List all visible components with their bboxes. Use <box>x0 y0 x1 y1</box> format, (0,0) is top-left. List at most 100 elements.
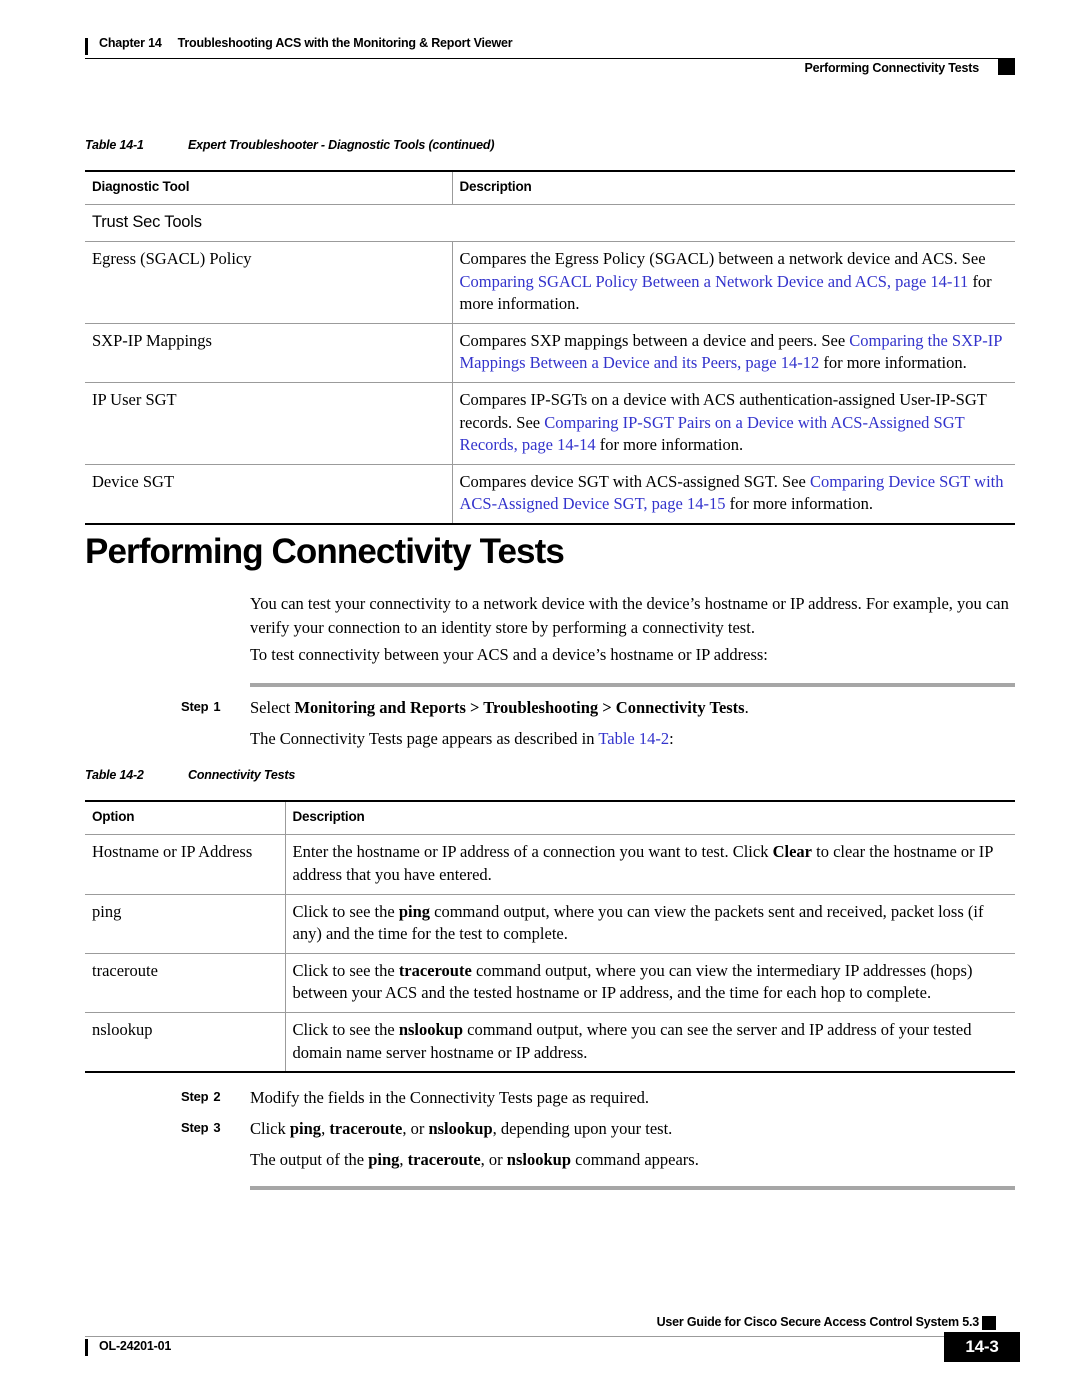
desc-text-pre: Compares SXP mappings between a device a… <box>459 330 850 350</box>
step-1-followup-pre: The Connectivity Tests page appears as d… <box>250 729 599 748</box>
table-14-1-caption: Table 14-1 Expert Troubleshooter - Diagno… <box>85 138 1015 152</box>
step-divider-top <box>250 683 1015 687</box>
header-section-title: Performing Connectivity Tests <box>804 61 979 75</box>
text-run: Enter the hostname or IP address of a co… <box>292 842 773 862</box>
step-2-word: Step <box>181 1089 209 1104</box>
page-title: Performing Connectivity Tests <box>85 532 565 571</box>
table-14-1-group-heading: Trust Sec Tools <box>85 204 1015 243</box>
desc-text-post: for more information. <box>725 494 873 514</box>
bold-run: ping <box>368 1150 400 1169</box>
footer-page-number: 14-3 <box>944 1332 1020 1362</box>
table-14-1-cell-tool: Egress (SGACL) Policy <box>85 241 453 324</box>
header-rule <box>85 58 1012 59</box>
cross-reference-link[interactable]: Comparing SGACL Policy Between a Network… <box>460 272 969 291</box>
table-14-1-cell-tool: Device SGT <box>85 464 453 526</box>
table-14-1-header-row: Diagnostic Tool Description <box>85 170 1015 206</box>
table-14-1-caption-title: Expert Troubleshooter - Diagnostic Tools… <box>188 138 495 152</box>
step-2-label: Step 2 <box>181 1086 250 1104</box>
text-run: , or <box>402 1119 429 1138</box>
table-14-2-block: Table 14-2 Connectivity Tests Option Desc… <box>85 768 1015 1074</box>
step-3-rule-wrap <box>250 1186 1015 1190</box>
text-run: Click to see the <box>292 960 399 980</box>
step-3-label: Step 3 <box>181 1117 250 1135</box>
table-14-1: Diagnostic Tool Description Trust Sec To… <box>85 170 1015 526</box>
step-3-word: Step <box>181 1120 209 1135</box>
table-14-2: Option Description Hostname or IP Addres… <box>85 800 1015 1074</box>
running-header: Chapter 14 Troubleshooting ACS with the M… <box>85 36 1015 80</box>
bold-run: traceroute <box>407 1150 481 1169</box>
table-row: SXP-IP Mappings Compares SXP mappings be… <box>85 323 1015 384</box>
table-14-2-cell-description: Click to see the nslookup command output… <box>285 1012 1015 1074</box>
intro-paragraph-1: You can test your connectivity to a netw… <box>250 594 1009 637</box>
table-14-2-cell-option: Hostname or IP Address <box>85 834 286 895</box>
table-14-1-cell-description: Compares IP-SGTs on a device with ACS au… <box>452 382 1015 465</box>
table-row: ping Click to see the ping command outpu… <box>85 894 1015 954</box>
bold-run: ping <box>289 1119 322 1138</box>
table-14-1-cell-description: Compares device SGT with ACS-assigned SG… <box>452 464 1015 526</box>
desc-text-pre: Compares device SGT with ACS-assigned SG… <box>459 471 810 491</box>
bold-run: nslookup <box>428 1119 493 1138</box>
desc-text-pre: Compares the Egress Policy (SGACL) betwe… <box>459 249 986 269</box>
step-1-label: Step 1 <box>181 696 250 714</box>
step-1-word: Step <box>181 699 209 714</box>
document-page: Chapter 14 Troubleshooting ACS with the M… <box>0 0 1080 1397</box>
table-14-2-caption-label: Table 14-2 <box>85 768 144 782</box>
table-14-2-cell-description: Click to see the traceroute command outp… <box>285 953 1015 1014</box>
intro-paragraph-2: To test connectivity between your ACS an… <box>250 645 768 664</box>
table-14-1-col-header-tool: Diagnostic Tool <box>85 170 453 206</box>
table-row: traceroute Click to see the traceroute c… <box>85 953 1015 1014</box>
table-14-1-block: Table 14-1 Expert Troubleshooter - Diagno… <box>85 138 1015 526</box>
step-2-text: Modify the fields in the Connectivity Te… <box>250 1088 650 1107</box>
table-14-1-group-row: Trust Sec Tools <box>85 204 1015 243</box>
table-14-2-col-header-option: Option <box>85 800 286 836</box>
table-row: IP User SGT Compares IP-SGTs on a device… <box>85 382 1015 465</box>
header-left-bar-icon <box>85 38 88 55</box>
text-run: command appears. <box>571 1150 699 1169</box>
step-3: Step 3 Click ping, traceroute, or nslooku… <box>181 1117 1015 1141</box>
step-1-followup-post: : <box>669 729 674 748</box>
step-1-number: 1 <box>213 699 221 714</box>
table-row: nslookup Click to see the nslookup comma… <box>85 1012 1015 1074</box>
running-footer: User Guide for Cisco Secure Access Contr… <box>85 1315 1020 1375</box>
step-1-text-pre: Select <box>250 698 295 717</box>
bold-run: ping <box>398 901 430 921</box>
text-run: The output of the <box>250 1150 369 1169</box>
step-3-number: 3 <box>213 1120 221 1135</box>
bold-run: nslookup <box>398 1020 464 1040</box>
table-row: Device SGT Compares device SGT with ACS-… <box>85 464 1015 526</box>
table-14-2-caption-title: Connectivity Tests <box>188 768 296 782</box>
table-14-2-reference-link[interactable]: Table 14-2 <box>598 729 669 748</box>
step-divider-bottom <box>250 1186 1015 1190</box>
table-14-1-cell-tool: SXP-IP Mappings <box>85 323 453 384</box>
table-14-1-cell-tool: IP User SGT <box>85 382 453 465</box>
table-14-1-cell-description: Compares SXP mappings between a device a… <box>452 323 1015 384</box>
table-14-1-col-header-description: Description <box>452 170 1015 206</box>
step-2: Step 2 Modify the fields in the Connectiv… <box>181 1086 1015 1110</box>
table-row: Hostname or IP Address Enter the hostnam… <box>85 834 1015 895</box>
table-14-2-cell-option: ping <box>85 894 286 954</box>
footer-rule <box>85 1336 1012 1337</box>
table-14-1-caption-label: Table 14-1 <box>85 138 144 152</box>
bold-run: nslookup <box>506 1150 572 1169</box>
step-1-text: Select Monitoring and Reports > Troubles… <box>250 696 1015 720</box>
table-14-2-caption: Table 14-2 Connectivity Tests <box>85 768 1015 782</box>
step-1-rule-wrap <box>250 683 1015 687</box>
text-run: , depending upon your test. <box>492 1119 673 1138</box>
table-14-2-cell-option: nslookup <box>85 1012 286 1074</box>
text-run: Click to see the <box>292 901 399 921</box>
table-14-2-header-row: Option Description <box>85 800 1015 836</box>
step-1-text-post: . <box>744 698 749 717</box>
header-chapter-title: Troubleshooting ACS with the Monitoring … <box>177 36 513 50</box>
footer-thumb-tab-icon <box>982 1316 996 1330</box>
desc-text-post: for more information. <box>595 435 744 455</box>
table-14-2-cell-description: Click to see the ping command output, wh… <box>285 894 1015 954</box>
header-chapter: Chapter 14 Troubleshooting ACS with the M… <box>99 36 513 50</box>
step-3-followup: The output of the ping, traceroute, or n… <box>250 1148 1015 1172</box>
header-chapter-label: Chapter 14 <box>99 36 162 50</box>
bold-run: Clear <box>772 842 812 862</box>
header-thumb-tab-icon <box>998 58 1015 75</box>
bold-run: traceroute <box>398 960 472 980</box>
table-14-2-cell-option: traceroute <box>85 953 286 1014</box>
text-run: , or <box>480 1150 507 1169</box>
step-1-followup: The Connectivity Tests page appears as d… <box>250 727 1015 751</box>
